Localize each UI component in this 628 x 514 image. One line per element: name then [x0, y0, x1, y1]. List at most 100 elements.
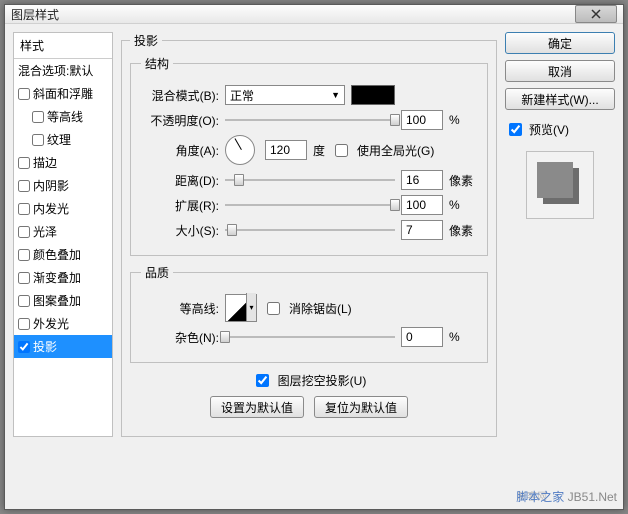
opacity-input[interactable]: 100: [401, 110, 443, 130]
sidebar-item-label: 内阴影: [33, 177, 69, 194]
contour-label: 等高线:: [141, 300, 219, 317]
sidebar-item-label: 图案叠加: [33, 292, 81, 309]
effect-checkbox[interactable]: [18, 203, 30, 215]
noise-input[interactable]: 0: [401, 327, 443, 347]
chevron-down-icon: ▾: [246, 293, 256, 321]
angle-dial[interactable]: [225, 135, 255, 165]
angle-input[interactable]: 120: [265, 140, 307, 160]
cancel-button[interactable]: 取消: [505, 60, 615, 82]
antialias-label: 消除锯齿(L): [289, 300, 352, 317]
effect-checkbox[interactable]: [18, 318, 30, 330]
layer-style-dialog: 图层样式 样式 混合选项:默认 斜面和浮雕等高线纹理描边内阴影内发光光泽颜色叠加…: [4, 4, 624, 510]
main-panel: 投影 结构 混合模式(B): 正常 ▼ 不透明度(O):: [121, 32, 497, 437]
sidebar-item[interactable]: 光泽: [14, 220, 112, 243]
window-title: 图层样式: [11, 6, 575, 23]
size-unit: 像素: [449, 222, 477, 239]
effect-checkbox[interactable]: [18, 157, 30, 169]
size-slider[interactable]: [225, 221, 395, 239]
styles-sidebar: 样式 混合选项:默认 斜面和浮雕等高线纹理描边内阴影内发光光泽颜色叠加渐变叠加图…: [13, 32, 113, 437]
set-default-button[interactable]: 设置为默认值: [210, 396, 304, 418]
structure-group: 结构 混合模式(B): 正常 ▼ 不透明度(O): 100 %: [130, 55, 488, 256]
size-input[interactable]: 7: [401, 220, 443, 240]
effect-checkbox[interactable]: [18, 272, 30, 284]
new-style-button[interactable]: 新建样式(W)...: [505, 88, 615, 110]
quality-legend: 品质: [141, 264, 173, 281]
knockout-label: 图层挖空投影(U): [278, 372, 367, 389]
effect-checkbox[interactable]: [18, 88, 30, 100]
watermark-jb51: 脚本之家 JB51.Net: [516, 488, 617, 505]
effect-checkbox[interactable]: [18, 295, 30, 307]
noise-unit: %: [449, 330, 477, 344]
noise-slider[interactable]: [225, 328, 395, 346]
preview-checkbox[interactable]: [509, 123, 522, 136]
effect-checkbox[interactable]: [18, 180, 30, 192]
sidebar-item[interactable]: 内发光: [14, 197, 112, 220]
close-icon: [591, 9, 601, 19]
effect-checkbox[interactable]: [32, 134, 44, 146]
structure-legend: 结构: [141, 55, 173, 72]
sidebar-item[interactable]: 外发光: [14, 312, 112, 335]
spread-unit: %: [449, 198, 477, 212]
sidebar-item[interactable]: 纹理: [14, 128, 112, 151]
angle-unit: 度: [313, 142, 325, 159]
sidebar-item[interactable]: 颜色叠加: [14, 243, 112, 266]
sidebar-item-label: 纹理: [47, 131, 71, 148]
spread-label: 扩展(R):: [141, 197, 219, 214]
effect-title: 投影: [130, 32, 162, 49]
blend-mode-value: 正常: [230, 87, 254, 104]
distance-slider[interactable]: [225, 171, 395, 189]
sidebar-item[interactable]: 图案叠加: [14, 289, 112, 312]
dialog-body: 样式 混合选项:默认 斜面和浮雕等高线纹理描边内阴影内发光光泽颜色叠加渐变叠加图…: [5, 24, 623, 445]
contour-picker[interactable]: ▾: [225, 294, 257, 322]
angle-label: 角度(A):: [141, 142, 219, 159]
effect-checkbox[interactable]: [32, 111, 44, 123]
blend-options-row[interactable]: 混合选项:默认: [14, 59, 112, 82]
blend-options-label: 混合选项:默认: [18, 62, 93, 79]
preview-label: 预览(V): [529, 121, 569, 138]
noise-label: 杂色(N):: [141, 329, 219, 346]
preview-thumbnail: [526, 151, 594, 219]
close-button[interactable]: [575, 5, 617, 23]
spread-slider[interactable]: [225, 196, 395, 214]
opacity-label: 不透明度(O):: [141, 112, 219, 129]
effect-checkbox[interactable]: [18, 226, 30, 238]
antialias-checkbox[interactable]: [267, 302, 280, 315]
sidebar-item-label: 光泽: [33, 223, 57, 240]
titlebar: 图层样式: [5, 5, 623, 24]
sidebar-item[interactable]: 描边: [14, 151, 112, 174]
opacity-slider[interactable]: [225, 111, 395, 129]
sidebar-item[interactable]: 斜面和浮雕: [14, 82, 112, 105]
knockout-checkbox[interactable]: [256, 374, 269, 387]
global-light-checkbox[interactable]: [335, 144, 348, 157]
sidebar-item-label: 等高线: [47, 108, 83, 125]
global-light-label: 使用全局光(G): [357, 142, 434, 159]
sidebar-header: 样式: [14, 33, 112, 59]
distance-input[interactable]: 16: [401, 170, 443, 190]
ok-button[interactable]: 确定: [505, 32, 615, 54]
sidebar-item-label: 描边: [33, 154, 57, 171]
blend-mode-label: 混合模式(B):: [141, 87, 219, 104]
sidebar-item-label: 外发光: [33, 315, 69, 332]
sidebar-item[interactable]: 投影: [14, 335, 112, 358]
sidebar-item-label: 颜色叠加: [33, 246, 81, 263]
sidebar-item-label: 内发光: [33, 200, 69, 217]
reset-default-button[interactable]: 复位为默认值: [314, 396, 408, 418]
right-column: 确定 取消 新建样式(W)... 预览(V): [505, 32, 615, 437]
sidebar-item-label: 渐变叠加: [33, 269, 81, 286]
sidebar-item-label: 斜面和浮雕: [33, 85, 93, 102]
size-label: 大小(S):: [141, 222, 219, 239]
sidebar-item[interactable]: 等高线: [14, 105, 112, 128]
effect-checkbox[interactable]: [18, 249, 30, 261]
sidebar-item-label: 投影: [33, 338, 57, 355]
blend-mode-select[interactable]: 正常 ▼: [225, 85, 345, 105]
opacity-unit: %: [449, 113, 477, 127]
quality-group: 品质 等高线: ▾ 消除锯齿(L) 杂色(N): 0 %: [130, 264, 488, 363]
sidebar-item[interactable]: 渐变叠加: [14, 266, 112, 289]
chevron-down-icon: ▼: [331, 90, 340, 100]
distance-unit: 像素: [449, 172, 477, 189]
effect-checkbox[interactable]: [18, 341, 30, 353]
sidebar-item[interactable]: 内阴影: [14, 174, 112, 197]
color-swatch[interactable]: [351, 85, 395, 105]
spread-input[interactable]: 100: [401, 195, 443, 215]
distance-label: 距离(D):: [141, 172, 219, 189]
